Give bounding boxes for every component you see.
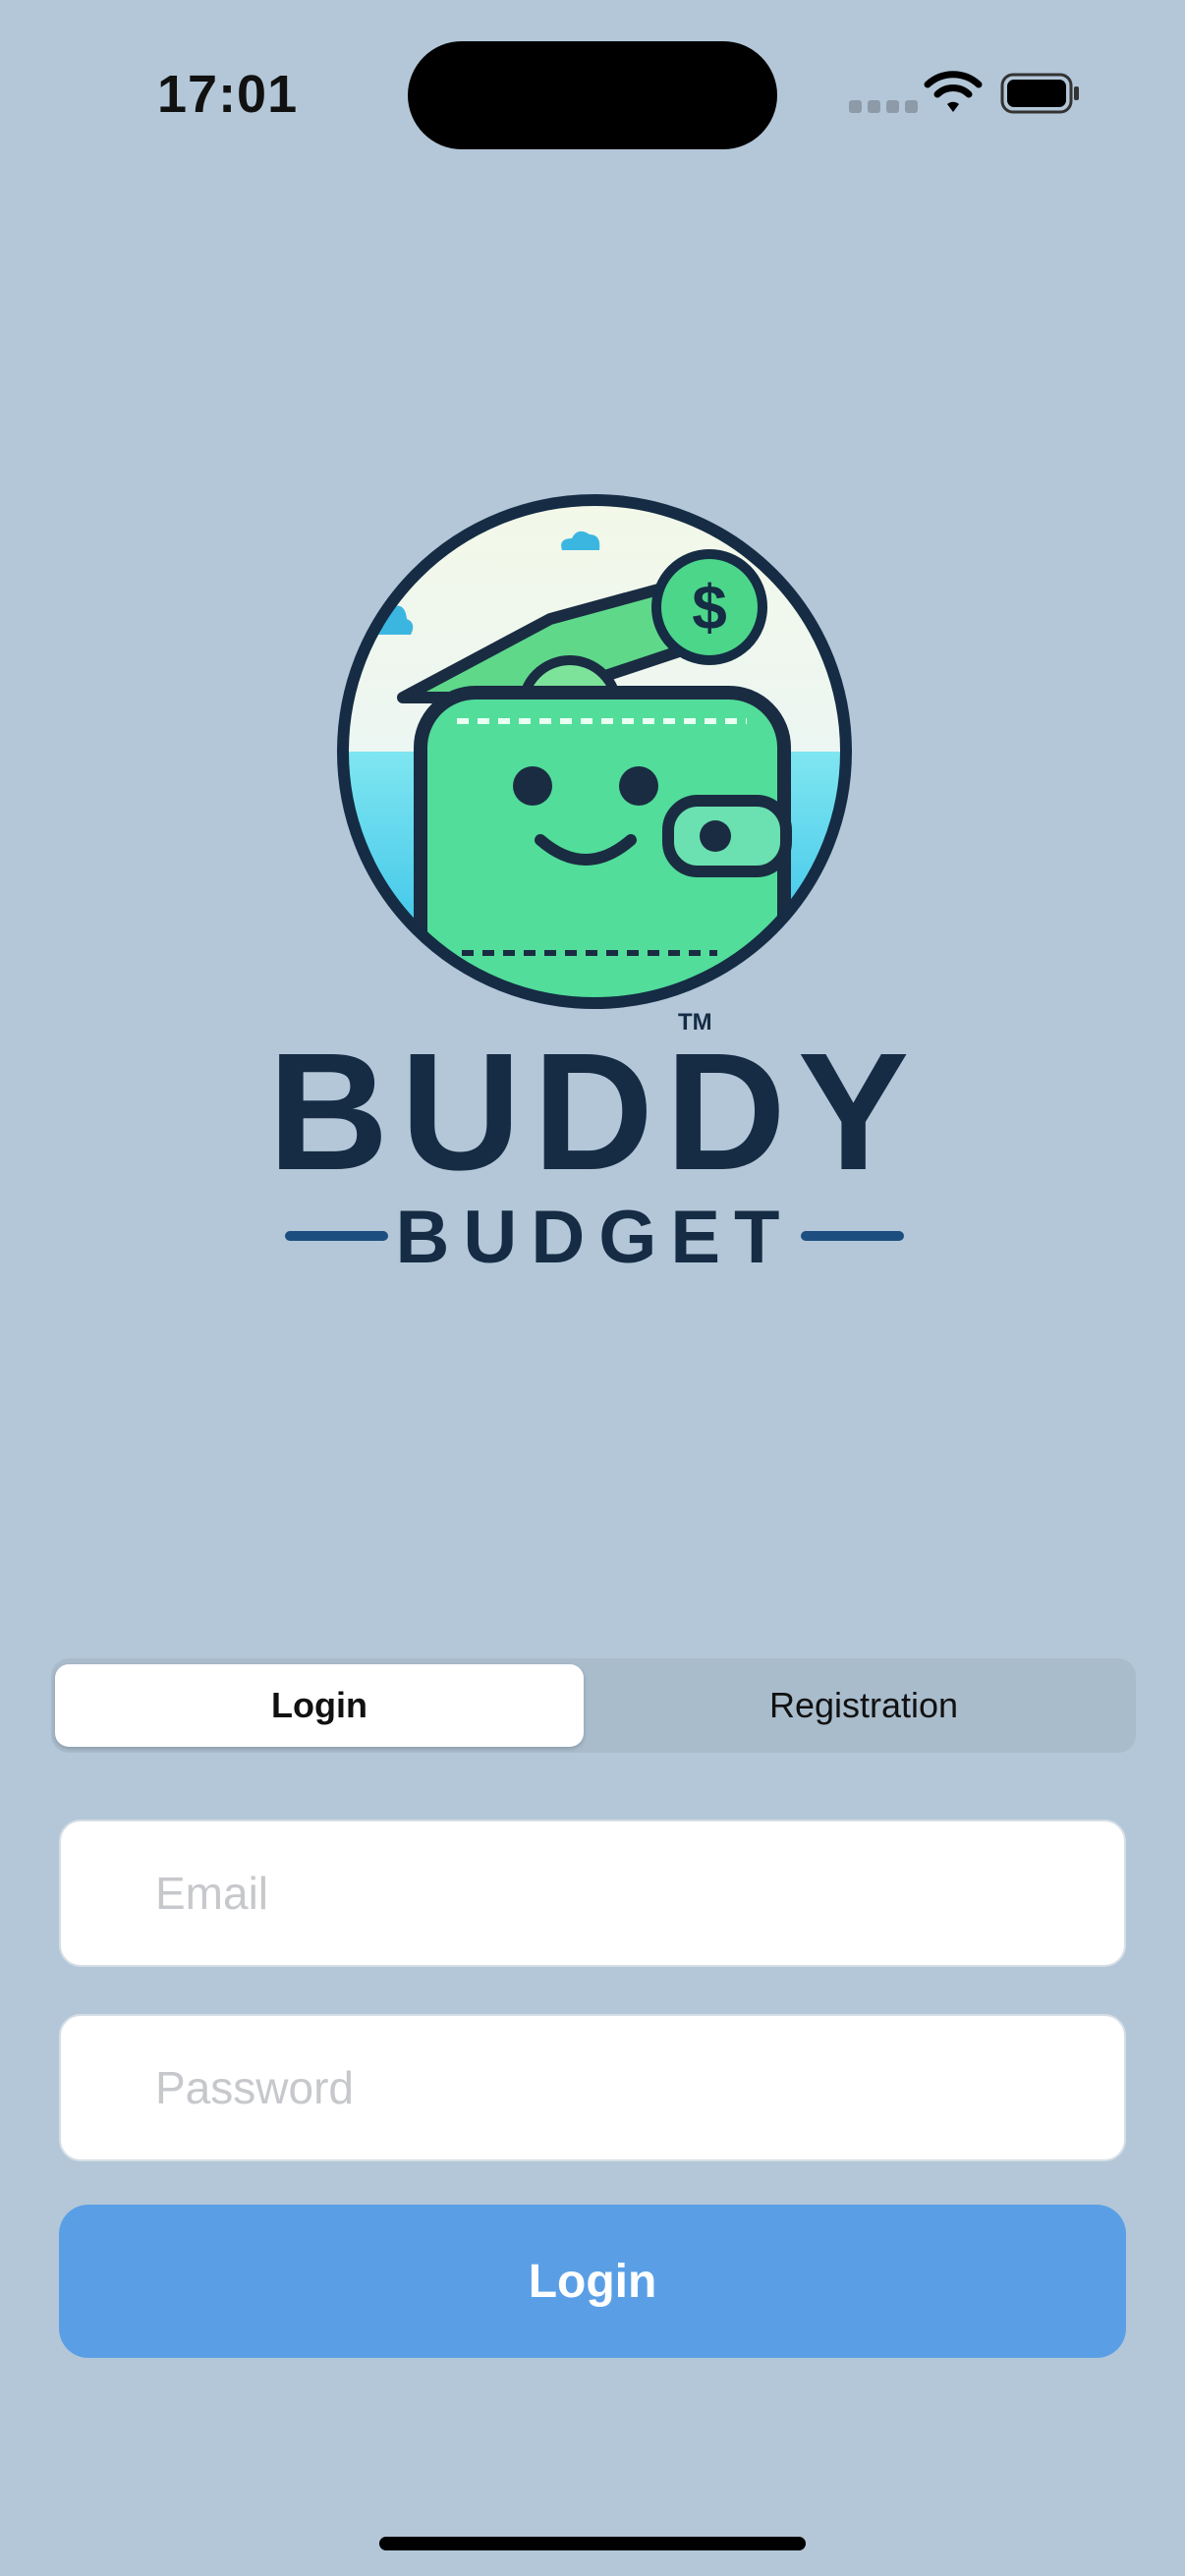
tab-login[interactable]: Login [55, 1664, 584, 1747]
battery-icon [1000, 73, 1079, 114]
buddy-budget-logo: $ TM BUDDY BUDGET [268, 494, 921, 1279]
auth-mode-segmented-control: Login Registration [51, 1658, 1136, 1753]
wallet-mascot-icon: $ [337, 494, 852, 1009]
status-time: 17:01 [157, 65, 299, 124]
logo-subtitle: BUDGET [396, 1196, 794, 1279]
status-bar: 17:01 [0, 0, 1185, 187]
coin-dollar-symbol: $ [692, 572, 727, 643]
login-button[interactable]: Login [59, 2205, 1126, 2358]
email-input[interactable] [61, 1821, 1124, 1965]
logo-title: BUDDY [268, 1019, 921, 1205]
password-input[interactable] [61, 2016, 1124, 2159]
tab-registration[interactable]: Registration [595, 1664, 1132, 1747]
dynamic-island [408, 41, 777, 149]
wifi-icon [924, 71, 983, 112]
home-indicator[interactable] [379, 2537, 806, 2550]
cellular-signal-icon [849, 100, 918, 113]
password-field [59, 2014, 1126, 2161]
email-field [59, 1820, 1126, 1967]
